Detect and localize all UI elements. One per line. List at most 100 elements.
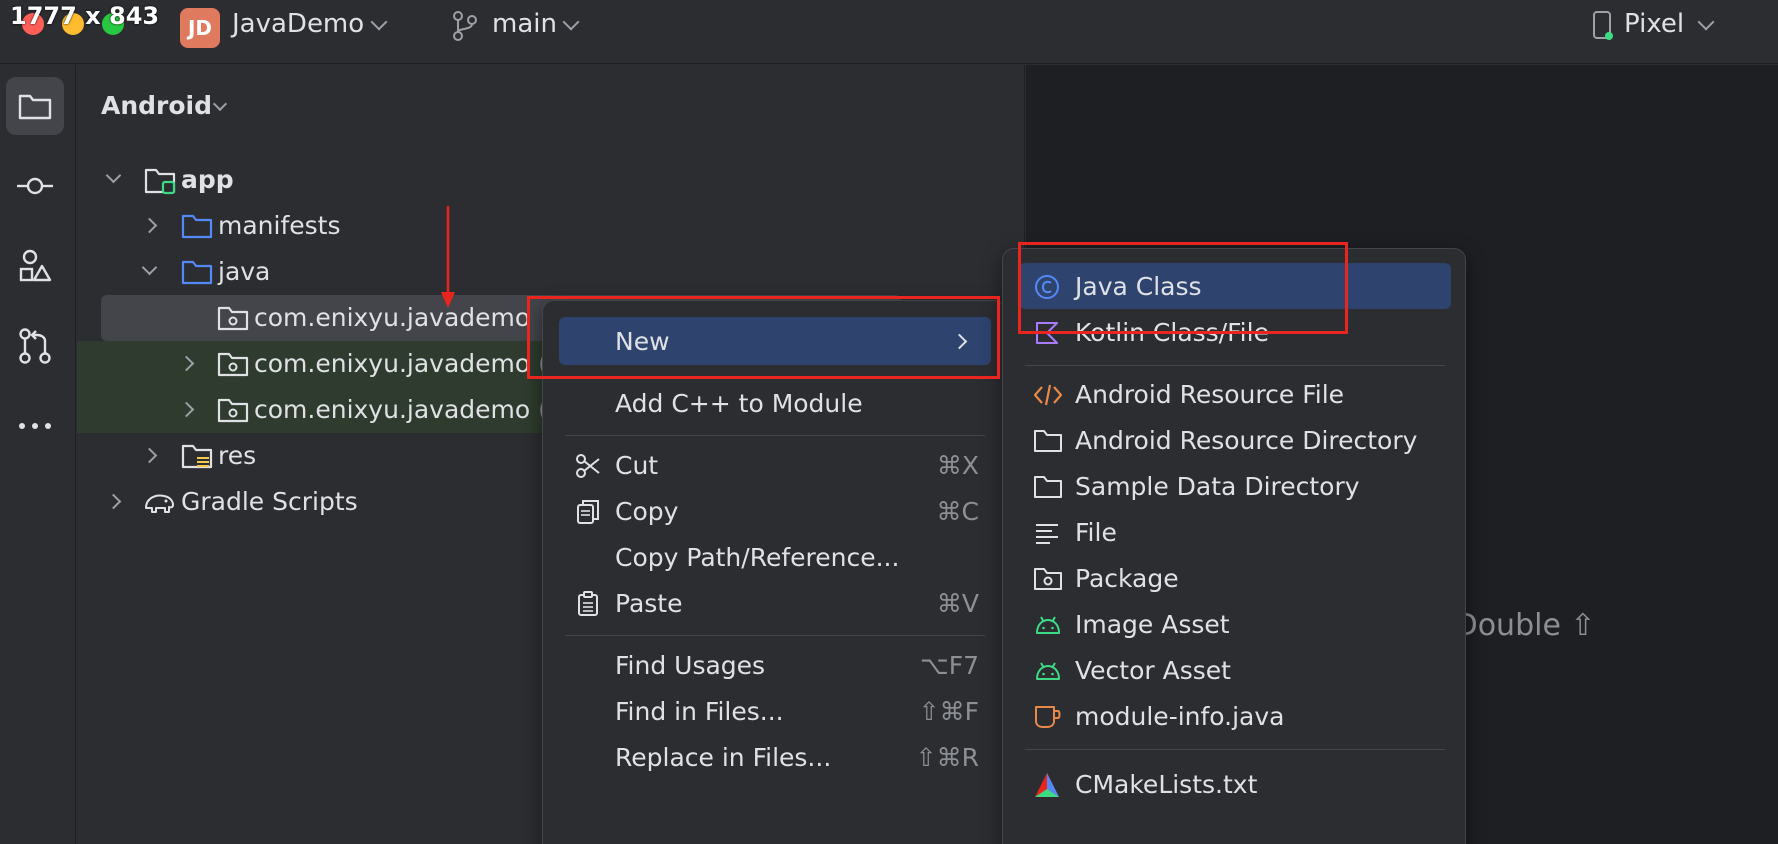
menu-separator xyxy=(1025,749,1445,750)
submenu-item-file[interactable]: File xyxy=(1019,509,1451,555)
submenu-item-sample-data-directory[interactable]: Sample Data Directory xyxy=(1019,463,1451,509)
commit-tool-button[interactable] xyxy=(6,157,64,215)
menu-item-shortcut: ⌘X xyxy=(936,451,979,480)
submenu-item-label: Image Asset xyxy=(1075,610,1230,639)
submenu-item-android-resource-directory[interactable]: Android Resource Directory xyxy=(1019,417,1451,463)
tool-window-strip xyxy=(0,65,76,844)
menu-separator xyxy=(565,435,985,436)
resource-manager-tool-button[interactable] xyxy=(6,237,64,295)
more-tools-button[interactable] xyxy=(6,397,64,455)
package-icon xyxy=(217,306,249,331)
tree-row-manifests[interactable]: manifests xyxy=(77,203,1025,249)
package-icon xyxy=(1034,568,1062,590)
xml-code-icon xyxy=(1033,384,1063,406)
coffee-cup-icon xyxy=(1035,706,1061,728)
clipboard-icon xyxy=(578,591,598,616)
submenu-item-vector-asset[interactable]: Vector Asset xyxy=(1019,647,1451,693)
submenu-item-package[interactable]: Package xyxy=(1019,555,1451,601)
submenu-item-label: Android Resource File xyxy=(1075,380,1345,409)
hint-shortcut: Double ⇧ xyxy=(1454,608,1596,643)
submenu-item-android-resource-file[interactable]: Android Resource File xyxy=(1019,371,1451,417)
tree-label-gradle-scripts: Gradle Scripts xyxy=(181,487,358,516)
android-icon xyxy=(1036,662,1060,680)
chevron-down-icon[interactable] xyxy=(212,96,228,112)
git-branch-icon[interactable] xyxy=(452,10,478,42)
device-selector[interactable]: Pixel xyxy=(1624,9,1684,39)
menu-item-find-in-files[interactable]: Find in Files... ⇧⌘F xyxy=(559,687,991,735)
submenu-item-module-info[interactable]: module-info.java xyxy=(1019,693,1451,739)
commit-icon xyxy=(17,177,53,195)
tree-row-java[interactable]: java xyxy=(77,249,1025,295)
resources-folder-icon xyxy=(181,444,213,469)
menu-item-shortcut: ⌥F7 xyxy=(919,651,979,680)
dimensions-overlay: 1777 x 843 xyxy=(10,2,160,30)
scissors-icon xyxy=(576,454,600,478)
more-horizontal-icon xyxy=(19,423,51,429)
project-tool-button[interactable] xyxy=(6,77,64,135)
submenu-item-label: module-info.java xyxy=(1075,702,1285,731)
menu-item-label: Find Usages xyxy=(615,651,766,680)
tree-label-package-main: com.enixyu.javademo xyxy=(254,303,531,332)
menu-item-paste[interactable]: Paste ⌘V xyxy=(559,579,991,627)
package-icon xyxy=(217,398,249,423)
project-selector[interactable]: JavaDemo xyxy=(232,9,364,39)
cmake-icon xyxy=(1035,773,1059,797)
folder-icon xyxy=(1034,476,1062,498)
android-studio-window: 1777 x 843 JD JavaDemo main Pixel Androi… xyxy=(0,0,1778,844)
menu-item-copy[interactable]: Copy ⌘C xyxy=(559,487,991,535)
menu-item-find-usages[interactable]: Find Usages ⌥F7 xyxy=(559,641,991,689)
new-submenu: Java Class Kotlin Class/File Android Res… xyxy=(1002,248,1466,844)
submenu-item-label: Android Resource Directory xyxy=(1075,426,1418,455)
chevron-right-icon[interactable] xyxy=(105,493,122,510)
tree-label-java: java xyxy=(218,257,271,286)
project-badge[interactable]: JD xyxy=(180,8,220,48)
package-name: com.enixyu.javademo xyxy=(254,395,531,424)
chevron-right-icon[interactable] xyxy=(178,401,195,418)
submenu-item-label: Package xyxy=(1075,564,1179,593)
menu-item-label: Cut xyxy=(615,451,659,480)
project-view-selector[interactable]: Android xyxy=(101,91,212,120)
tree-row-app[interactable]: app xyxy=(77,157,1025,203)
menu-item-label: Add C++ to Module xyxy=(615,389,863,418)
folder-icon xyxy=(18,94,52,120)
chevron-down-icon[interactable] xyxy=(562,13,580,31)
annotation-box-java-class xyxy=(1018,242,1348,334)
submenu-item-cmakelists[interactable]: CMakeLists.txt xyxy=(1019,761,1451,807)
tree-label-manifests: manifests xyxy=(218,211,341,240)
chevron-down-icon[interactable] xyxy=(1697,13,1715,31)
menu-item-shortcut: ⇧⌘F xyxy=(918,697,979,726)
text-file-icon xyxy=(1036,524,1058,544)
menu-item-replace-in-files[interactable]: Replace in Files... ⇧⌘R xyxy=(559,733,991,781)
device-phone-icon[interactable] xyxy=(1590,10,1616,42)
chevron-right-icon[interactable] xyxy=(141,447,158,464)
annotation-box-new xyxy=(527,296,1000,379)
menu-item-add-cpp[interactable]: Add C++ to Module xyxy=(559,379,991,427)
submenu-item-label: CMakeLists.txt xyxy=(1075,770,1258,799)
module-folder-icon xyxy=(144,168,176,195)
menu-item-label: Copy Path/Reference... xyxy=(615,543,900,572)
copy-icon xyxy=(577,500,599,524)
pull-requests-tool-button[interactable] xyxy=(6,317,64,375)
chevron-right-icon[interactable] xyxy=(141,217,158,234)
branch-selector[interactable]: main xyxy=(492,9,557,39)
menu-separator xyxy=(1025,365,1445,366)
menu-item-label: Paste xyxy=(615,589,683,618)
tree-label-res: res xyxy=(218,441,257,470)
menu-item-label: Replace in Files... xyxy=(615,743,832,772)
title-bar: 1777 x 843 JD JavaDemo main Pixel xyxy=(0,0,1778,64)
chevron-right-icon[interactable] xyxy=(178,355,195,372)
tree-label-app: app xyxy=(181,165,234,194)
menu-item-label: Copy xyxy=(615,497,679,526)
chevron-down-icon[interactable] xyxy=(105,167,122,184)
folder-icon xyxy=(181,260,213,285)
tree-label-package-test: com.enixyu.javademo (t xyxy=(254,395,558,424)
menu-separator xyxy=(565,635,985,636)
shapes-icon xyxy=(19,249,52,282)
menu-item-cut[interactable]: Cut ⌘X xyxy=(559,441,991,489)
chevron-down-icon[interactable] xyxy=(141,259,158,276)
submenu-item-label: Vector Asset xyxy=(1075,656,1231,685)
chevron-down-icon[interactable] xyxy=(370,13,388,31)
menu-item-copy-path[interactable]: Copy Path/Reference... xyxy=(559,533,991,581)
submenu-item-image-asset[interactable]: Image Asset xyxy=(1019,601,1451,647)
submenu-item-label: Sample Data Directory xyxy=(1075,472,1360,501)
